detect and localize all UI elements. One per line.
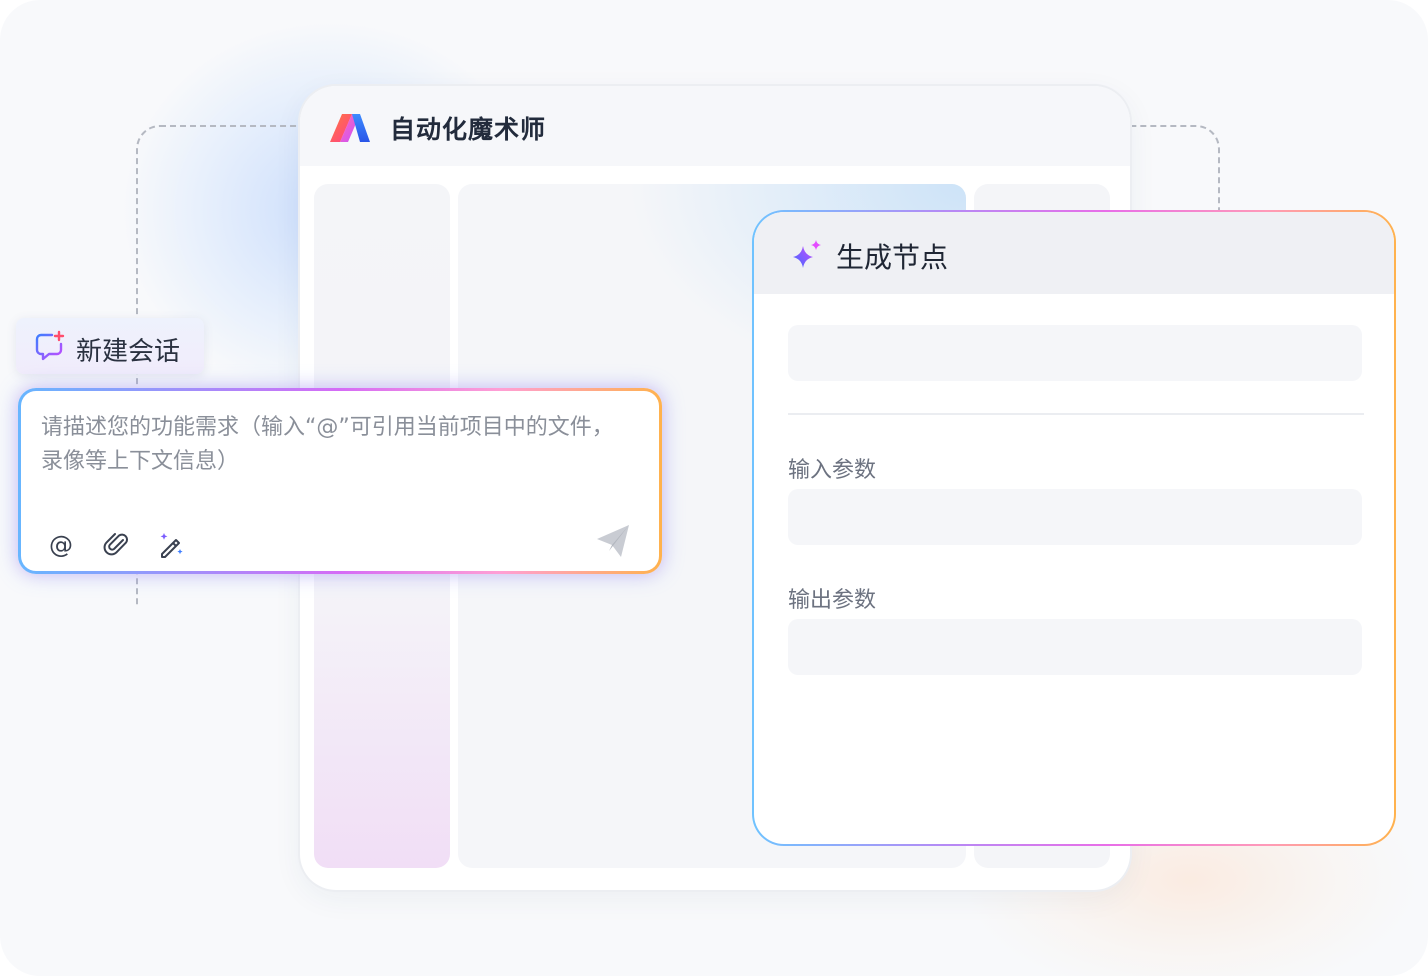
new-chat-label: 新建会话 — [76, 337, 181, 367]
composer-placeholder[interactable]: 请描述您的功能需求（输入“@”可引用当前项目中的文件，录像等上下文信息） — [41, 411, 631, 479]
mention-icon[interactable]: @ — [47, 531, 75, 559]
input-params-field[interactable] — [788, 489, 1362, 545]
generate-node-card-body: 生成节点 输入参数 输出参数 — [754, 212, 1394, 844]
node-name-field[interactable] — [788, 325, 1362, 381]
sparkle-icon — [793, 240, 821, 268]
input-params-label: 输入参数 — [788, 458, 877, 483]
svg-text:@: @ — [49, 531, 73, 559]
output-params-label: 输出参数 — [788, 588, 877, 613]
attach-icon[interactable] — [103, 531, 131, 559]
composer: 请描述您的功能需求（输入“@”可引用当前项目中的文件，录像等上下文信息） @ — [18, 388, 662, 574]
node-card-divider — [788, 413, 1364, 415]
generate-node-card: 生成节点 输入参数 输出参数 — [752, 210, 1396, 846]
chat-plus-icon — [35, 330, 65, 361]
new-chat-button[interactable]: 新建会话 — [16, 318, 204, 374]
app-logo-icon — [330, 114, 370, 142]
app-header: 自动化魔术师 — [300, 86, 1130, 166]
node-card-header: 生成节点 — [754, 212, 1394, 294]
page-background: 自动化魔术师 新建会话 请描述您的功能需求（输入“@”可引用当前项目中的文件，录… — [0, 0, 1428, 976]
node-card-title: 生成节点 — [836, 241, 949, 274]
composer-box[interactable]: 请描述您的功能需求（输入“@”可引用当前项目中的文件，录像等上下文信息） @ — [21, 391, 659, 571]
send-icon[interactable] — [593, 521, 633, 561]
output-params-field[interactable] — [788, 619, 1362, 675]
magic-wand-icon[interactable] — [157, 531, 185, 559]
app-title: 自动化魔术师 — [390, 115, 547, 144]
